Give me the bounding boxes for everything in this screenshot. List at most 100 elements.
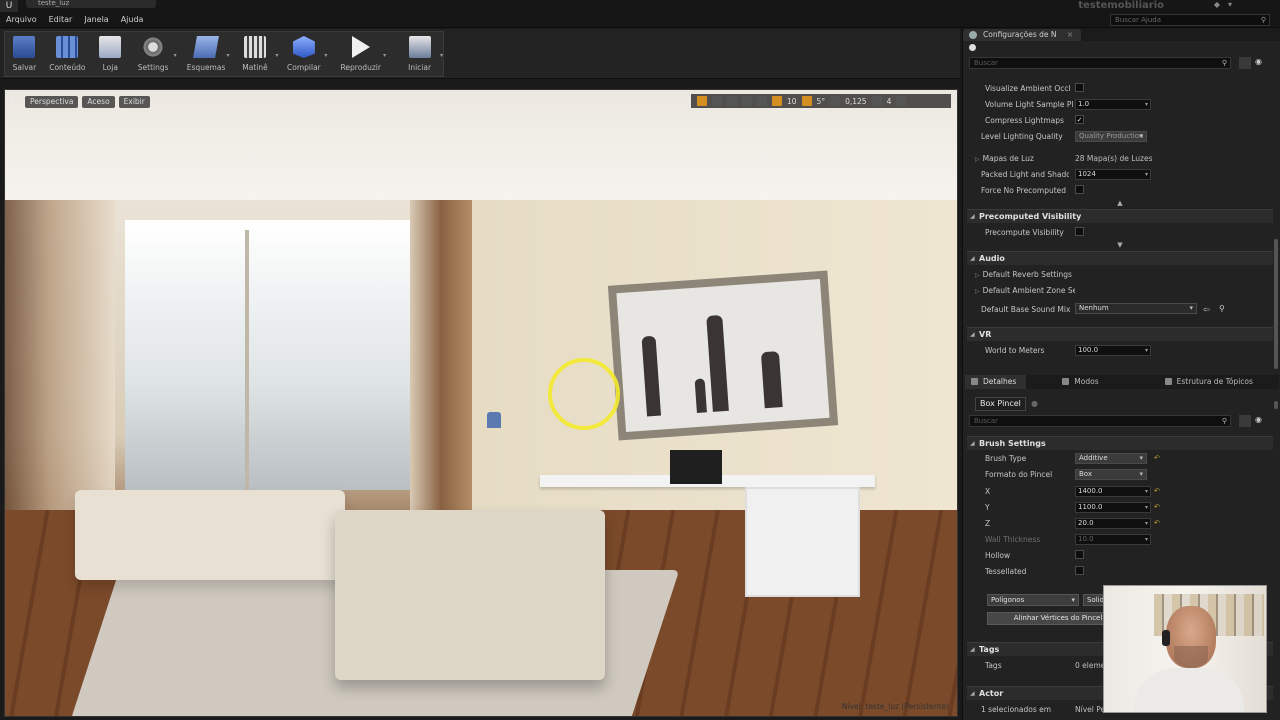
camera-speed-value[interactable]: 4 <box>887 97 892 106</box>
visualize-ao-checkbox[interactable] <box>1075 83 1084 92</box>
category-vr[interactable]: VR <box>967 327 1273 341</box>
compress-lightmaps-checkbox[interactable]: ✓ <box>1075 115 1084 124</box>
scene-lamp <box>487 412 501 428</box>
surface-snap-icon[interactable] <box>757 96 767 106</box>
view-options-icon[interactable] <box>1239 415 1251 427</box>
painting-figure <box>706 314 729 412</box>
category-audio[interactable]: Audio <box>967 251 1273 265</box>
world-settings-tabrow: Configurações de N × <box>963 29 1280 41</box>
eye-icon[interactable]: ◉ <box>1255 415 1267 427</box>
volume-light-sample-field[interactable]: 1.0 <box>1075 99 1151 110</box>
perspective-button[interactable]: Perspectiva <box>25 96 79 108</box>
brush-x-field[interactable]: 1400.0 <box>1075 486 1151 497</box>
reset-icon[interactable]: ↶ <box>1154 519 1160 527</box>
chevron-down-icon[interactable]: ▾ <box>440 52 443 59</box>
rotation-snap-value[interactable]: 5° <box>817 97 826 106</box>
launch-button[interactable]: Iniciar ▾ <box>400 32 443 76</box>
settings-button[interactable]: Settings ▾ <box>134 32 177 76</box>
headset-icon <box>1162 630 1170 646</box>
maximize-icon[interactable] <box>896 96 907 106</box>
brush-type-combo[interactable]: Additive <box>1075 453 1147 464</box>
webcam-person-beard <box>1174 646 1208 668</box>
window-controls: ◆ ▾ <box>1214 0 1232 9</box>
force-no-precomputed-checkbox[interactable] <box>1075 185 1084 194</box>
camera-speed-icon[interactable] <box>871 96 882 106</box>
scale-snap-value[interactable]: 0,125 <box>845 97 866 106</box>
tab-outliner[interactable]: Estrutura de Tópicos <box>1159 375 1263 389</box>
chevron-down-icon[interactable]: ▾ <box>174 52 177 59</box>
notification-icon[interactable]: ◆ <box>1214 0 1220 9</box>
world-to-meters-field[interactable]: 100.0 <box>1075 345 1151 356</box>
scroll-up-icon[interactable]: ▲ <box>967 199 1273 209</box>
play-button[interactable]: Reproduzir ▾ <box>339 32 386 76</box>
level-viewport[interactable]: ▾ Perspectiva Aceso Exibir 10 5° 0,125 4… <box>4 89 958 717</box>
property-row: Y 1100.0 ↶ <box>967 500 1273 516</box>
chevron-down-icon[interactable]: ▾ <box>227 52 230 59</box>
menu-arquivo[interactable]: Arquivo <box>0 12 43 28</box>
scene-laptop <box>670 450 722 484</box>
rotation-snap-icon[interactable] <box>801 96 812 106</box>
save-button[interactable]: Salvar <box>5 32 44 76</box>
precompute-visibility-checkbox[interactable] <box>1075 227 1084 236</box>
tessellated-checkbox[interactable] <box>1075 566 1084 575</box>
reset-icon[interactable]: ↶ <box>1154 487 1160 495</box>
use-selected-icon[interactable]: ⇦ <box>1203 305 1210 314</box>
eye-icon[interactable]: ◉ <box>1255 57 1267 69</box>
matinee-button[interactable]: Matinê ▾ <box>236 32 278 76</box>
launch-icon <box>408 36 431 58</box>
base-sound-mix-combo[interactable]: Nenhum <box>1075 303 1197 314</box>
grid-snap-icon[interactable] <box>772 96 782 106</box>
menu-ajuda[interactable]: Ajuda <box>115 12 150 28</box>
property-row: Default Ambient Zone Set <box>967 283 1273 299</box>
store-button[interactable]: Loja <box>91 32 130 76</box>
close-icon[interactable]: × <box>1067 30 1073 39</box>
world-settings-scrollbar[interactable] <box>1274 239 1278 369</box>
reset-icon[interactable]: ↶ <box>1154 503 1160 511</box>
actor-name-field[interactable]: Box Pincel <box>975 397 1026 411</box>
lit-button[interactable]: Aceso <box>82 96 115 108</box>
hollow-checkbox[interactable] <box>1075 550 1084 559</box>
scale-snap-icon[interactable] <box>830 96 841 106</box>
world-settings-header <box>963 41 1280 53</box>
viewport-options-icon[interactable]: ▾ <box>9 96 13 105</box>
view-options-icon[interactable] <box>1239 57 1251 69</box>
category-brush-settings[interactable]: Brush Settings <box>967 436 1273 450</box>
blueprints-button[interactable]: Esquemas ▾ <box>187 32 230 76</box>
chevron-down-icon[interactable]: ▾ <box>275 52 278 59</box>
build-button[interactable]: Compilar ▾ <box>284 32 327 76</box>
show-button[interactable]: Exibir <box>118 96 150 108</box>
grid-snap-value[interactable]: 10 <box>787 97 797 106</box>
browse-icon[interactable]: ⚲ <box>1219 304 1225 313</box>
rotate-icon[interactable] <box>712 96 722 106</box>
brush-y-field[interactable]: 1100.0 <box>1075 502 1151 513</box>
world-local-icon[interactable] <box>742 96 752 106</box>
main-toolbar: Salvar Conteúdo Loja Settings ▾ Esquemas… <box>0 29 960 79</box>
lighting-quality-combo[interactable]: Quality Production <box>1075 131 1147 142</box>
property-row: Packed Light and Shadow 1024 <box>967 167 1273 183</box>
chevron-down-icon[interactable]: ▾ <box>383 52 386 59</box>
reset-icon[interactable]: ↶ <box>1154 454 1160 462</box>
details-search-input[interactable]: Buscar ⚲ <box>969 415 1231 427</box>
polygons-combo[interactable]: Polígonos <box>987 594 1079 606</box>
chevron-down-icon[interactable]: ▾ <box>324 52 327 59</box>
minimize-icon[interactable]: ▾ <box>1228 0 1232 9</box>
document-tab[interactable]: teste_luz <box>26 0 156 8</box>
translate-icon[interactable] <box>697 96 707 106</box>
menu-editar[interactable]: Editar <box>43 12 79 28</box>
tab-details[interactable]: Detalhes <box>965 375 1027 389</box>
scale-icon[interactable] <box>727 96 737 106</box>
world-settings-search-input[interactable]: Buscar ⚲ <box>969 57 1231 69</box>
scroll-down-icon[interactable]: ▼ <box>967 241 1273 251</box>
search-icon: ⚲ <box>1221 59 1227 67</box>
brush-z-field[interactable]: 20.0 <box>1075 518 1151 529</box>
menu-janela[interactable]: Janela <box>78 12 114 28</box>
packed-light-shadow-field[interactable]: 1024 <box>1075 169 1151 180</box>
details-scrollbar[interactable] <box>1274 401 1278 409</box>
tab-modes[interactable]: Modos <box>1056 375 1108 389</box>
brush-shape-combo[interactable]: Box <box>1075 469 1147 480</box>
help-search-input[interactable]: Buscar Ajuda ⚲ <box>1110 14 1270 26</box>
category-precomputed-visibility[interactable]: Precomputed Visibility <box>967 209 1273 223</box>
tab-world-settings[interactable]: Configurações de N × <box>963 29 1082 41</box>
lock-icon[interactable]: ● <box>1031 399 1038 408</box>
content-button[interactable]: Conteúdo <box>48 32 87 76</box>
